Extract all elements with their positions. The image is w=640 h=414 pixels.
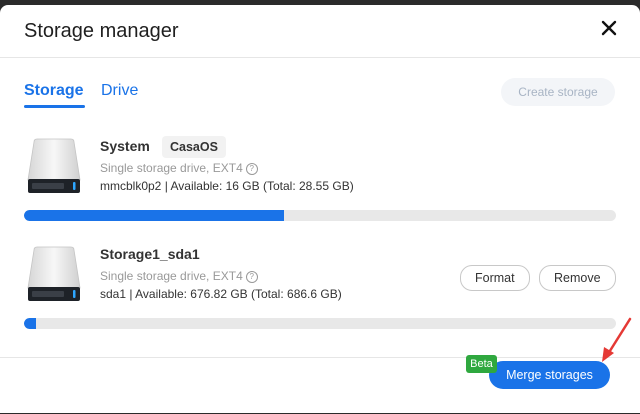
help-icon[interactable]: ? bbox=[245, 271, 258, 283]
casaos-tag: CasaOS bbox=[162, 136, 226, 158]
dialog-header: Storage manager bbox=[0, 5, 640, 58]
remove-button[interactable]: Remove bbox=[539, 265, 616, 291]
storage-details: sda1 | Available: 676.82 GB (Total: 686.… bbox=[100, 287, 342, 301]
dialog-title: Storage manager bbox=[24, 20, 179, 42]
storage-type: Single storage drive, EXT4? bbox=[100, 269, 258, 283]
annotation-arrow-icon bbox=[602, 317, 632, 362]
hard-drive-icon bbox=[27, 138, 81, 193]
format-button[interactable]: Format bbox=[460, 265, 530, 291]
storage-type: Single storage drive, EXT4? bbox=[100, 161, 258, 175]
beta-badge: Beta bbox=[466, 355, 497, 373]
usage-bar bbox=[24, 318, 616, 329]
hard-drive-icon bbox=[27, 246, 81, 301]
storage-name: Storage1_sda1 bbox=[100, 246, 200, 262]
create-storage-button[interactable]: Create storage bbox=[501, 78, 615, 106]
active-tab-indicator bbox=[24, 105, 85, 108]
tab-storage[interactable]: Storage bbox=[24, 82, 84, 100]
storage-name: System bbox=[100, 138, 150, 154]
usage-bar bbox=[24, 210, 616, 221]
tab-drive[interactable]: Drive bbox=[101, 82, 138, 100]
storage-manager-dialog: Storage manager Storage Drive Create sto… bbox=[0, 5, 640, 413]
usage-bar-fill bbox=[24, 210, 285, 221]
storage-details: mmcblk0p2 | Available: 16 GB (Total: 28.… bbox=[100, 179, 354, 193]
usage-bar-fill bbox=[24, 318, 36, 329]
merge-storages-button[interactable]: Merge storages bbox=[489, 361, 610, 389]
help-icon[interactable]: ? bbox=[245, 163, 258, 175]
close-icon[interactable] bbox=[597, 16, 621, 40]
